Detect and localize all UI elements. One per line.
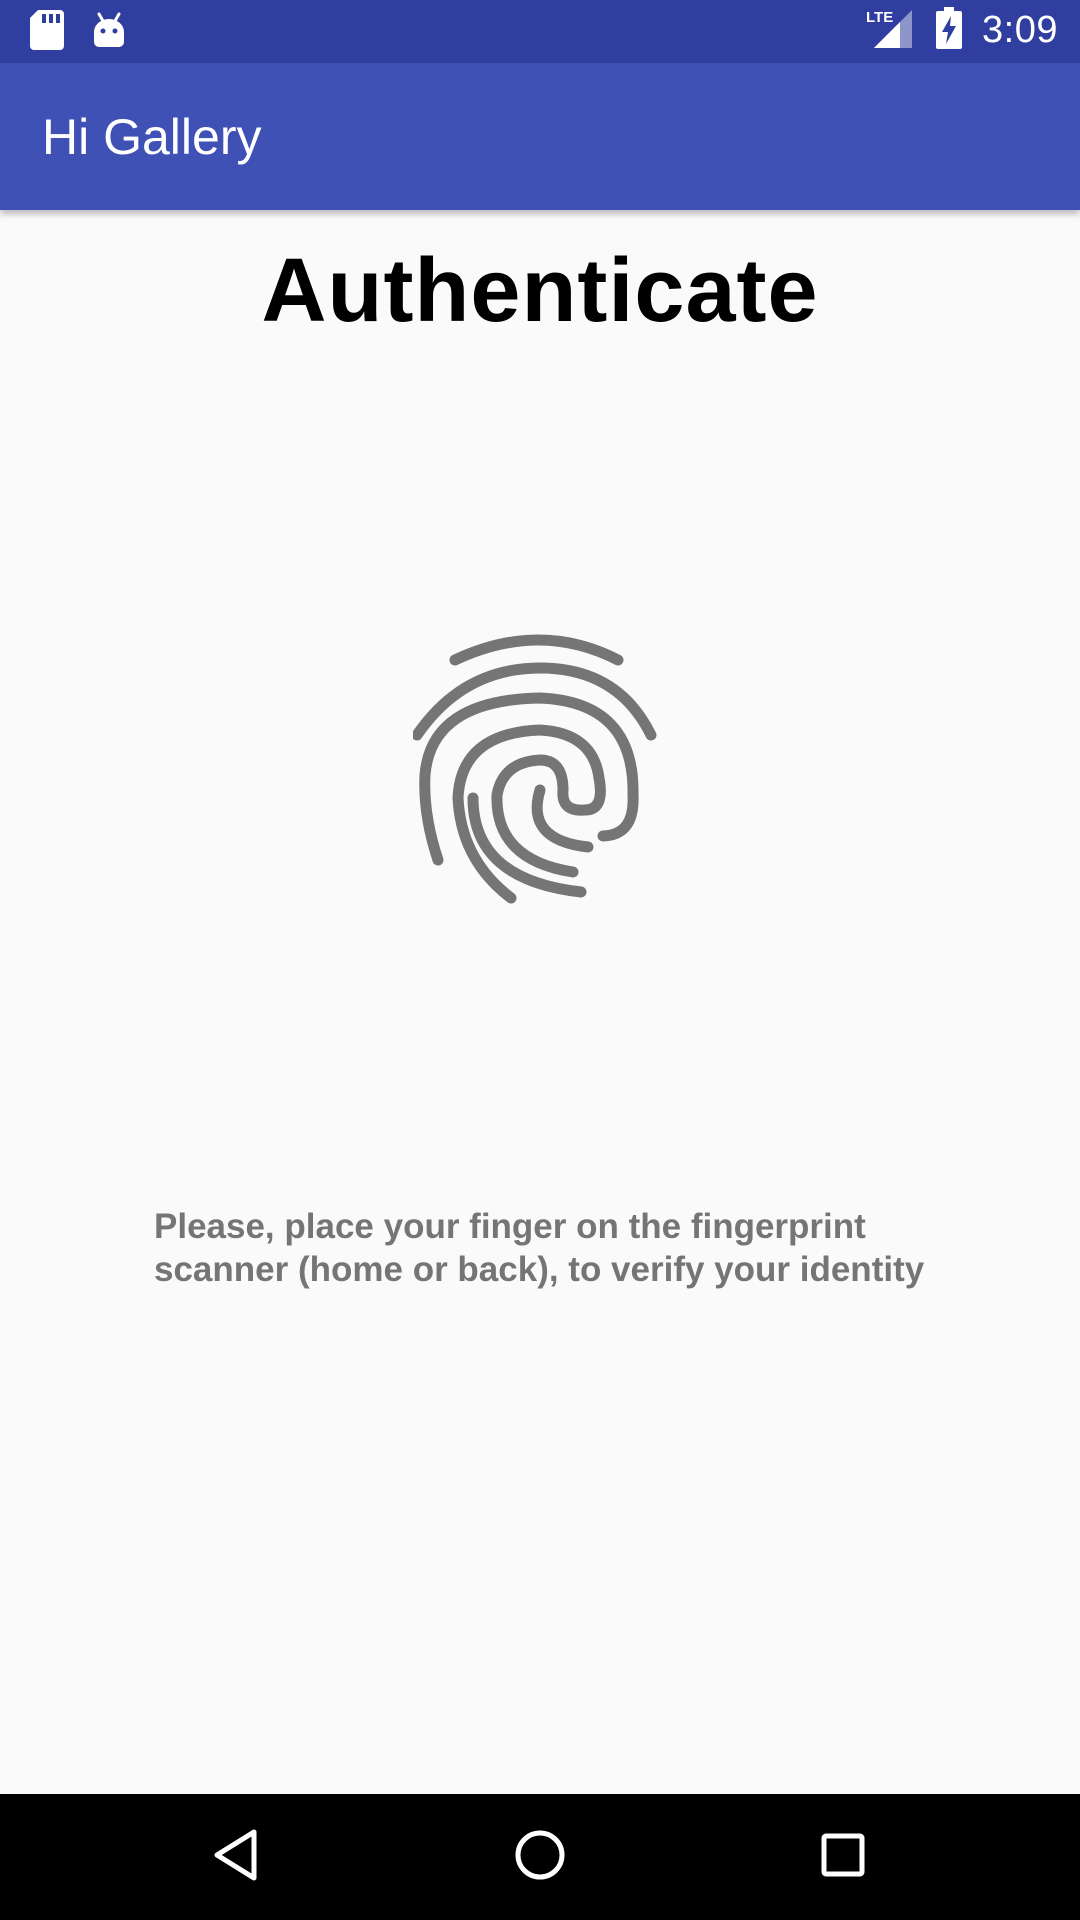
app-title: Hi Gallery	[42, 109, 262, 165]
status-bar: LTE 3:09	[0, 0, 1080, 63]
home-icon	[514, 1829, 566, 1886]
status-system-icons: LTE 3:09	[866, 6, 1058, 55]
battery-charging-icon	[936, 7, 963, 54]
instruction-text: Please, place your finger on the fingerp…	[154, 1207, 925, 1289]
status-time: 3:09	[982, 9, 1058, 51]
app-bar: Hi Gallery	[0, 63, 1080, 210]
navigation-bar	[0, 1794, 1080, 1920]
android-icon	[92, 12, 126, 53]
back-button[interactable]	[201, 1822, 271, 1892]
sd-card-icon	[30, 10, 64, 55]
signal-icon: LTE	[866, 6, 916, 55]
home-button[interactable]	[505, 1822, 575, 1892]
recents-button[interactable]	[808, 1822, 878, 1892]
recents-icon	[820, 1832, 866, 1883]
status-notification-icons	[30, 10, 126, 55]
fingerprint-icon[interactable]	[411, 630, 667, 910]
network-type-label: LTE	[866, 9, 893, 26]
page-title: Authenticate	[261, 241, 819, 341]
back-icon	[212, 1828, 260, 1887]
